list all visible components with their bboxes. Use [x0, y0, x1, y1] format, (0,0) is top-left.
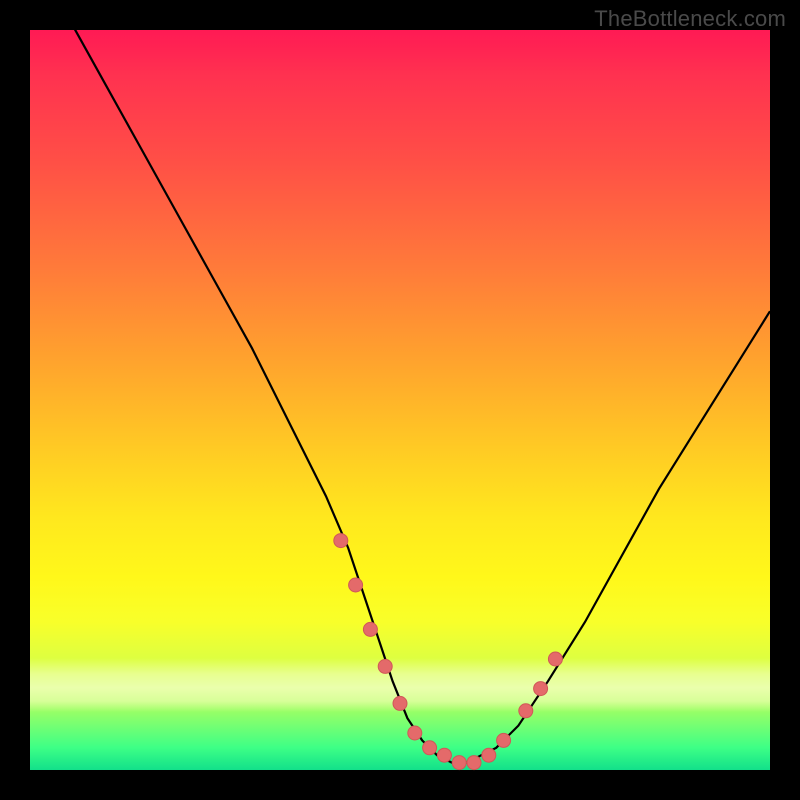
marker-point: [349, 578, 363, 592]
marker-point: [482, 748, 496, 762]
watermark-text: TheBottleneck.com: [594, 6, 786, 32]
marker-point: [452, 756, 466, 770]
marker-group: [334, 534, 563, 770]
marker-point: [408, 726, 422, 740]
marker-point: [423, 741, 437, 755]
marker-point: [534, 682, 548, 696]
marker-point: [548, 652, 562, 666]
marker-point: [363, 622, 377, 636]
bottleneck-curve: [67, 15, 770, 762]
marker-point: [519, 704, 533, 718]
marker-point: [437, 748, 451, 762]
marker-point: [393, 696, 407, 710]
marker-point: [467, 756, 481, 770]
marker-point: [378, 659, 392, 673]
chart-frame: TheBottleneck.com: [0, 0, 800, 800]
marker-point: [334, 534, 348, 548]
chart-svg: [30, 30, 770, 770]
plot-area: [30, 30, 770, 770]
marker-point: [497, 733, 511, 747]
